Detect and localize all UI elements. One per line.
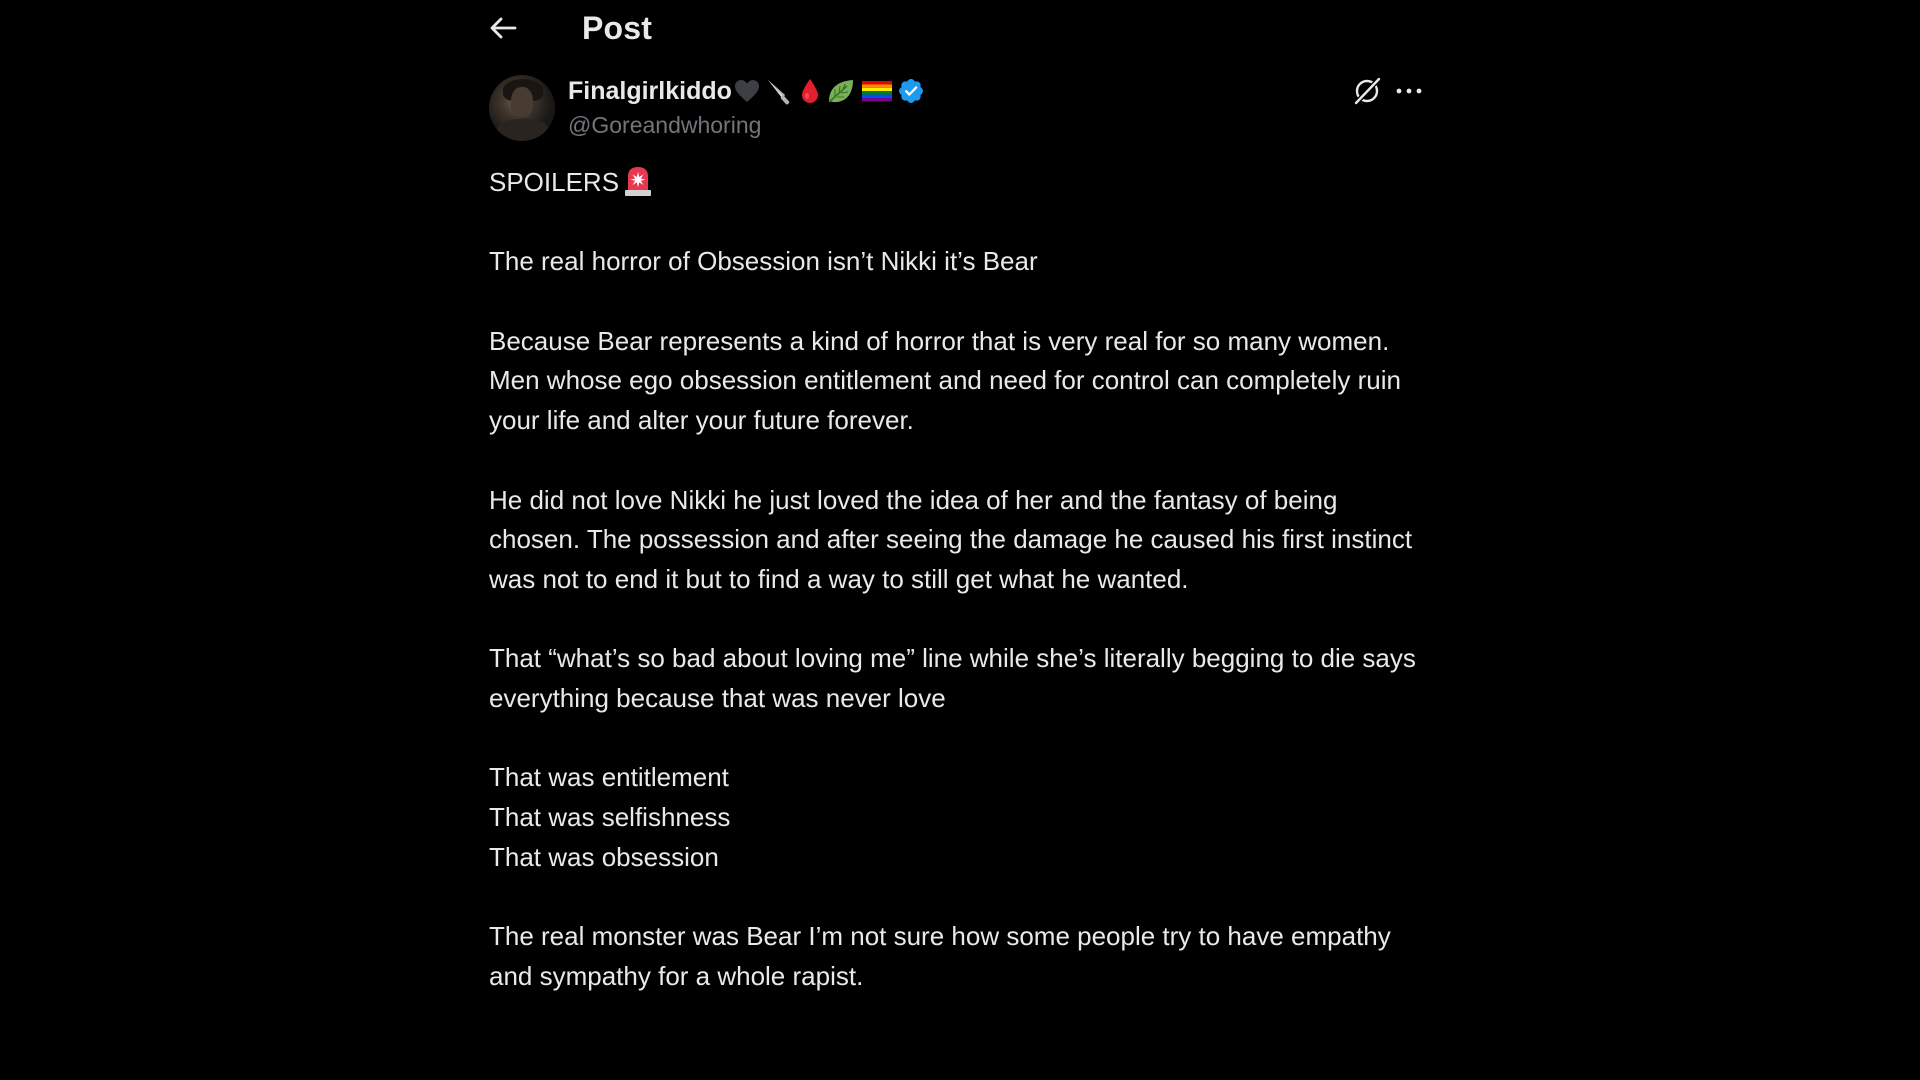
list-line: That was obsession [489,841,719,872]
avatar[interactable] [489,75,555,141]
list-line: That was entitlement [489,762,729,793]
author-display-name[interactable]: Finalgirlkiddo [568,77,732,106]
knife-icon [765,76,795,111]
blood-drop-icon [799,77,821,110]
post-text: SPOILERS The real horror of Obsession is… [489,163,1424,1036]
spoiler-label: SPOILERS [489,167,620,197]
paragraph: That “what’s so bad about loving me” lin… [489,643,1416,714]
more-options-button[interactable] [1394,75,1424,107]
paragraph: Because Bear represents a kind of horror… [489,325,1401,436]
author-name-emojis [733,78,925,108]
back-button[interactable] [489,10,521,46]
back-arrow-icon [490,17,517,39]
grok-button[interactable] [1351,75,1383,107]
paragraph: He did not love Nikki he just loved the … [489,484,1413,594]
black-heart-icon [733,78,761,109]
page-title: Post [582,10,653,46]
post-column: Post Finalgirlkiddo @Goreandwhoring SPOI… [489,0,1424,1080]
grok-icon [1354,77,1381,105]
spoiler-line: SPOILERS [489,163,1424,203]
siren-icon [622,164,652,198]
author-handle[interactable]: @Goreandwhoring [568,112,761,139]
paragraph: The real horror of Obsession isn’t Nikki… [489,246,1038,277]
rainbow-flag-icon [861,78,893,109]
list-line: That was selfishness [489,802,731,833]
closing-paragraph: The real monster was Bear I’m not sure h… [489,921,1391,991]
author-row: Finalgirlkiddo @Goreandwhoring [489,75,1424,145]
top-bar: Post [489,0,1424,58]
more-icon [1396,88,1422,94]
leaf-icon [825,77,857,110]
verified-badge-icon [897,77,925,110]
